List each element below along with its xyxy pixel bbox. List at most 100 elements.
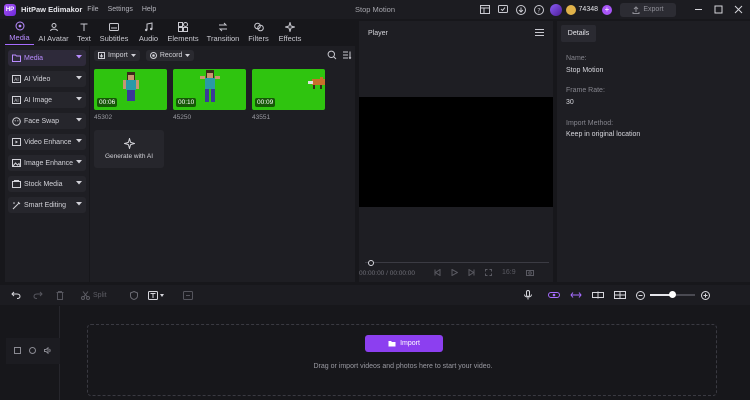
track-lock-icon[interactable] (29, 346, 36, 356)
tab-text[interactable]: Text (73, 20, 95, 45)
aspect-ratio[interactable]: 16:9 (502, 269, 516, 278)
media-library: Import Record 00:06 45302 00:10 45250 00… (90, 46, 355, 282)
menu-icon[interactable] (535, 28, 544, 38)
tab-details[interactable]: Details (561, 25, 596, 42)
record-dropdown-button[interactable]: Record (145, 50, 195, 61)
media-tools (327, 50, 352, 62)
video-enhance-icon (12, 138, 21, 147)
track-thumbnail-icon[interactable] (14, 346, 21, 356)
sidebar-item-stock-media[interactable]: Stock Media (8, 176, 86, 192)
drop-hint: Drag or import videos and photos here to… (313, 363, 493, 370)
delete-icon[interactable] (53, 285, 67, 305)
fullscreen-icon[interactable] (485, 269, 492, 278)
details-panel: Details Name: Stop Motion Frame Rate: 30… (557, 21, 750, 282)
export-button[interactable]: Export (620, 2, 676, 17)
playhead-handle[interactable] (368, 260, 374, 266)
download-icon[interactable] (514, 3, 528, 17)
import-dropdown-button[interactable]: Import (94, 50, 140, 61)
link-icon[interactable] (569, 285, 583, 305)
media-clip-thumbnail[interactable]: 00:09 (252, 69, 325, 110)
timeline-drop-zone[interactable]: Import Drag or import videos and photos … (87, 324, 717, 396)
sidebar-item-smart-editing[interactable]: Smart Editing (8, 197, 86, 213)
zoom-slider[interactable] (649, 285, 695, 305)
fit-icon[interactable] (591, 285, 605, 305)
sidebar-item-image-enhance[interactable]: Image Enhance (8, 155, 86, 171)
chevron-down-icon (76, 202, 82, 206)
title-bar-actions: ? 74348 + Export (478, 0, 750, 19)
record-icon (149, 52, 157, 59)
chevron-down-icon (130, 54, 136, 57)
track-header (6, 338, 60, 364)
ai-image-icon: AI (12, 96, 21, 105)
play-icon[interactable] (451, 268, 459, 278)
timeline-import-button[interactable]: Import (365, 335, 443, 352)
menu-settings[interactable]: Settings (108, 6, 133, 13)
import-method-value: Keep in original location (566, 131, 641, 138)
video-preview[interactable] (359, 97, 553, 207)
svg-text:AI: AI (14, 98, 18, 104)
snapshot-icon[interactable] (525, 269, 534, 278)
microphone-icon[interactable] (521, 285, 535, 305)
menu-file[interactable]: File (87, 6, 98, 13)
minimize-icon[interactable] (690, 0, 706, 19)
sidebar-item-face-swap[interactable]: Face Swap (8, 113, 86, 129)
filters-icon (253, 22, 264, 32)
tab-ai-avatar[interactable]: AI Avatar (34, 20, 73, 45)
chevron-down-icon (76, 139, 82, 143)
ai-avatar-icon (49, 23, 58, 32)
zoom-handle[interactable] (668, 291, 676, 298)
track-audio-icon[interactable] (44, 346, 51, 356)
tab-elements[interactable]: Elements (164, 20, 202, 45)
maximize-icon[interactable] (710, 0, 726, 19)
stock-media-icon (12, 180, 21, 189)
chevron-down-icon (76, 76, 82, 80)
text-tool-dropdown[interactable] (147, 285, 167, 305)
sidebar-item-ai-video[interactable]: AI AI Video (8, 71, 86, 87)
zoom-track[interactable] (649, 291, 695, 298)
generate-with-ai-button[interactable]: Generate with AI (94, 130, 164, 168)
subtitles-icon (109, 23, 119, 31)
playback-scrubber[interactable] (365, 260, 549, 266)
magnet-snap-icon[interactable] (547, 285, 561, 305)
split-button[interactable]: Split (81, 285, 107, 305)
undo-icon[interactable] (9, 285, 23, 305)
tab-effects[interactable]: Effects (273, 20, 307, 45)
shield-icon[interactable] (127, 285, 141, 305)
import-icon (98, 52, 105, 59)
split-screen-icon[interactable] (613, 285, 627, 305)
close-icon[interactable] (730, 0, 746, 19)
image-enhance-icon (12, 159, 21, 168)
media-clip-thumbnail[interactable]: 00:06 (94, 69, 167, 110)
redo-icon[interactable] (31, 285, 45, 305)
help-icon[interactable]: ? (532, 3, 546, 17)
sort-icon[interactable] (342, 50, 352, 62)
tab-filters[interactable]: Filters (244, 20, 273, 45)
next-frame-icon[interactable] (468, 268, 475, 278)
text-icon (80, 23, 88, 31)
crop-icon[interactable] (181, 285, 195, 305)
sidebar-item-ai-image[interactable]: AI AI Image (8, 92, 86, 108)
player-title: Player (368, 29, 388, 37)
folder-icon (12, 54, 21, 63)
media-clip-thumbnail[interactable]: 00:10 (173, 69, 246, 110)
add-credits-button[interactable]: + (602, 4, 612, 15)
tab-media[interactable]: Media (5, 20, 34, 45)
zoom-in-icon[interactable] (700, 285, 712, 305)
tab-transition[interactable]: Transition (202, 20, 244, 45)
previous-frame-icon[interactable] (434, 268, 441, 278)
export-label: Export (643, 6, 664, 13)
player-controls: 00:00:00 / 00:00:00 16:9 (359, 260, 553, 282)
avatar[interactable] (549, 3, 562, 16)
zoom-out-icon[interactable] (635, 285, 647, 305)
feedback-icon[interactable] (496, 3, 510, 17)
layout-icon[interactable] (478, 3, 492, 17)
coin-icon (565, 4, 576, 15)
search-icon[interactable] (327, 50, 337, 62)
tab-subtitles[interactable]: Subtitles (95, 20, 133, 45)
effects-icon (285, 22, 295, 32)
player-panel: Player 00:00:00 / 00:00:00 16:9 (359, 21, 553, 282)
sidebar-item-media[interactable]: Media (8, 50, 86, 66)
menu-help[interactable]: Help (142, 6, 156, 13)
sidebar-item-video-enhance[interactable]: Video Enhance (8, 134, 86, 150)
tab-audio[interactable]: Audio (133, 20, 164, 45)
